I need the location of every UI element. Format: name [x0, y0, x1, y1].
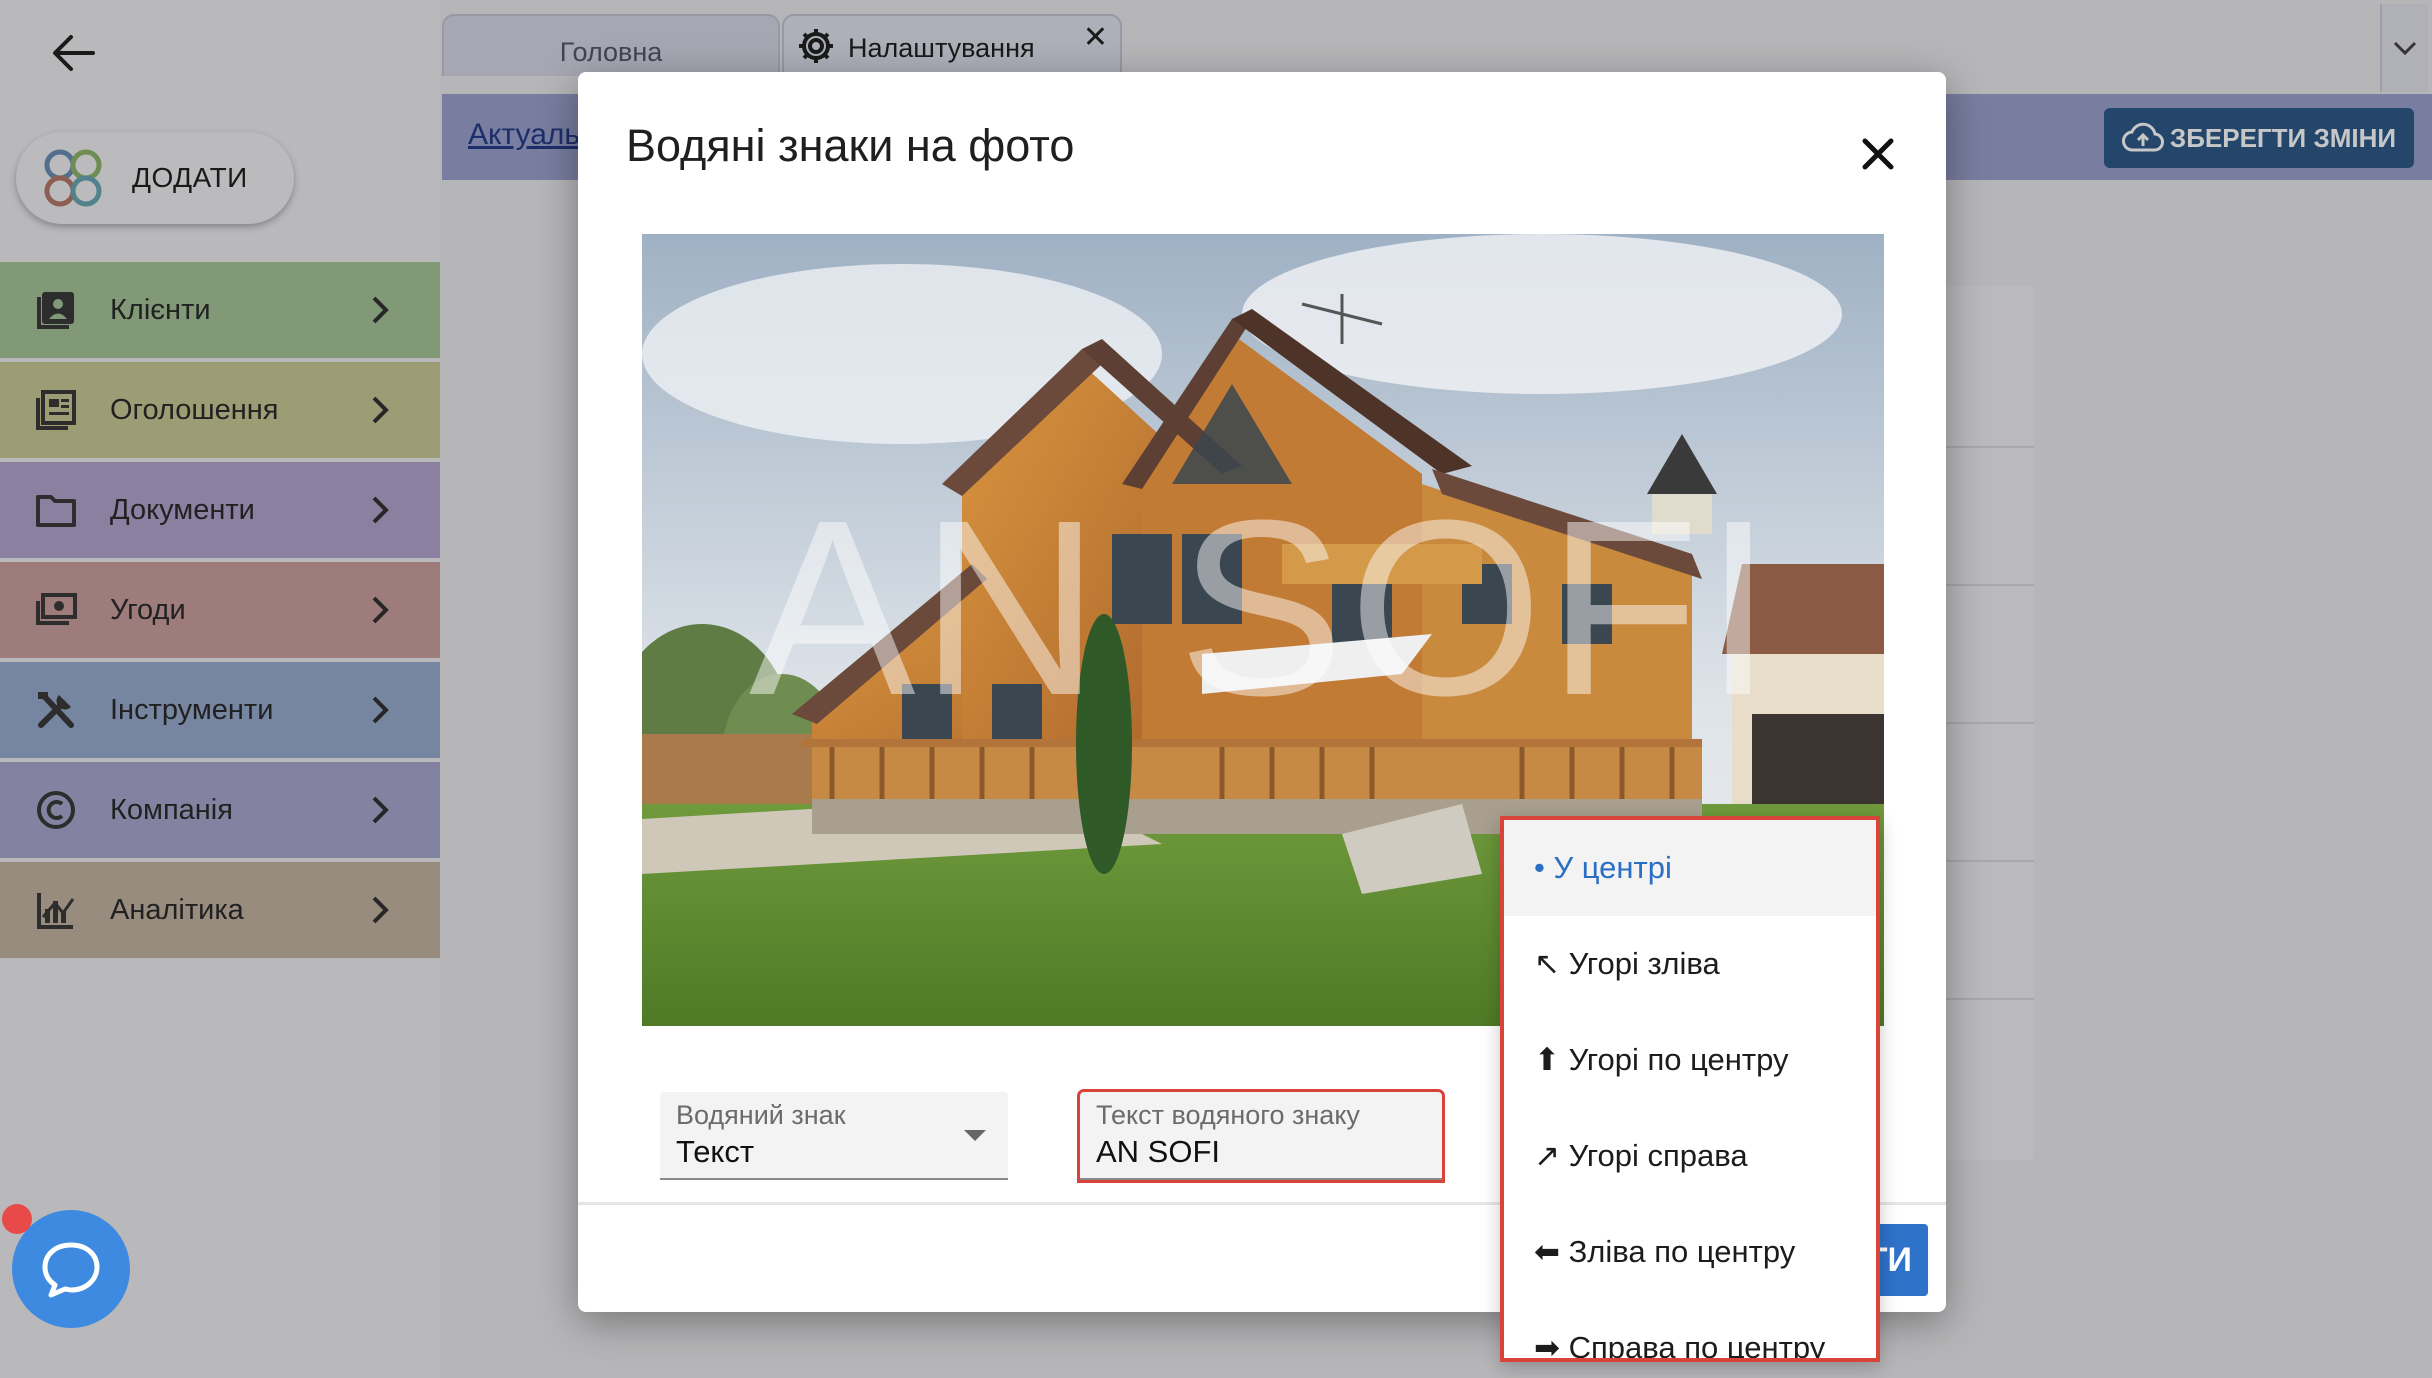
menu-item-top-left[interactable]: ↖ Угорі зліва: [1504, 916, 1876, 1012]
dropdown-arrow-icon: [964, 1130, 986, 1141]
watermark-text-value: AN SOFI: [1096, 1134, 1221, 1169]
close-icon: [1862, 138, 1894, 170]
position-dropdown-menu: • У центрі ↖ Угорі зліва ⬆ Угорі по цент…: [1500, 816, 1880, 1362]
menu-item-top-right[interactable]: ↗ Угорі справа: [1504, 1108, 1876, 1204]
menu-item-left-center[interactable]: ⬅ Зліва по центру: [1504, 1204, 1876, 1300]
notification-dot: [2, 1204, 32, 1234]
watermark-type-value: Текст: [676, 1134, 755, 1169]
dialog-title: Водяні знаки на фото: [626, 120, 1075, 171]
watermark-text-label: Текст водяного знаку: [1096, 1100, 1360, 1130]
menu-item-label: • У центрі: [1534, 850, 1672, 885]
menu-item-label: ↖ Угорі зліва: [1534, 946, 1720, 981]
menu-item-center[interactable]: • У центрі: [1504, 820, 1876, 916]
menu-item-label: ⬅ Зліва по центру: [1534, 1234, 1796, 1269]
watermark-type-label: Водяний знак: [676, 1100, 846, 1130]
watermark-type-select[interactable]: Водяний знак Текст: [660, 1092, 1008, 1180]
watermark-text-input[interactable]: Текст водяного знаку AN SOFI: [1077, 1089, 1445, 1183]
close-dialog-button[interactable]: [1848, 124, 1908, 184]
watermark-overlay-text: AN SOFI: [748, 468, 1778, 747]
chat-bubble-icon: [42, 1242, 100, 1298]
menu-item-label: ⬆ Угорі по центру: [1534, 1042, 1789, 1077]
chat-button[interactable]: [12, 1210, 130, 1328]
menu-item-label: ↗ Угорі справа: [1534, 1138, 1748, 1173]
menu-item-right-center[interactable]: ➡ Справа по центру: [1504, 1300, 1876, 1362]
menu-item-label: ➡ Справа по центру: [1534, 1330, 1826, 1362]
menu-item-top-center[interactable]: ⬆ Угорі по центру: [1504, 1012, 1876, 1108]
